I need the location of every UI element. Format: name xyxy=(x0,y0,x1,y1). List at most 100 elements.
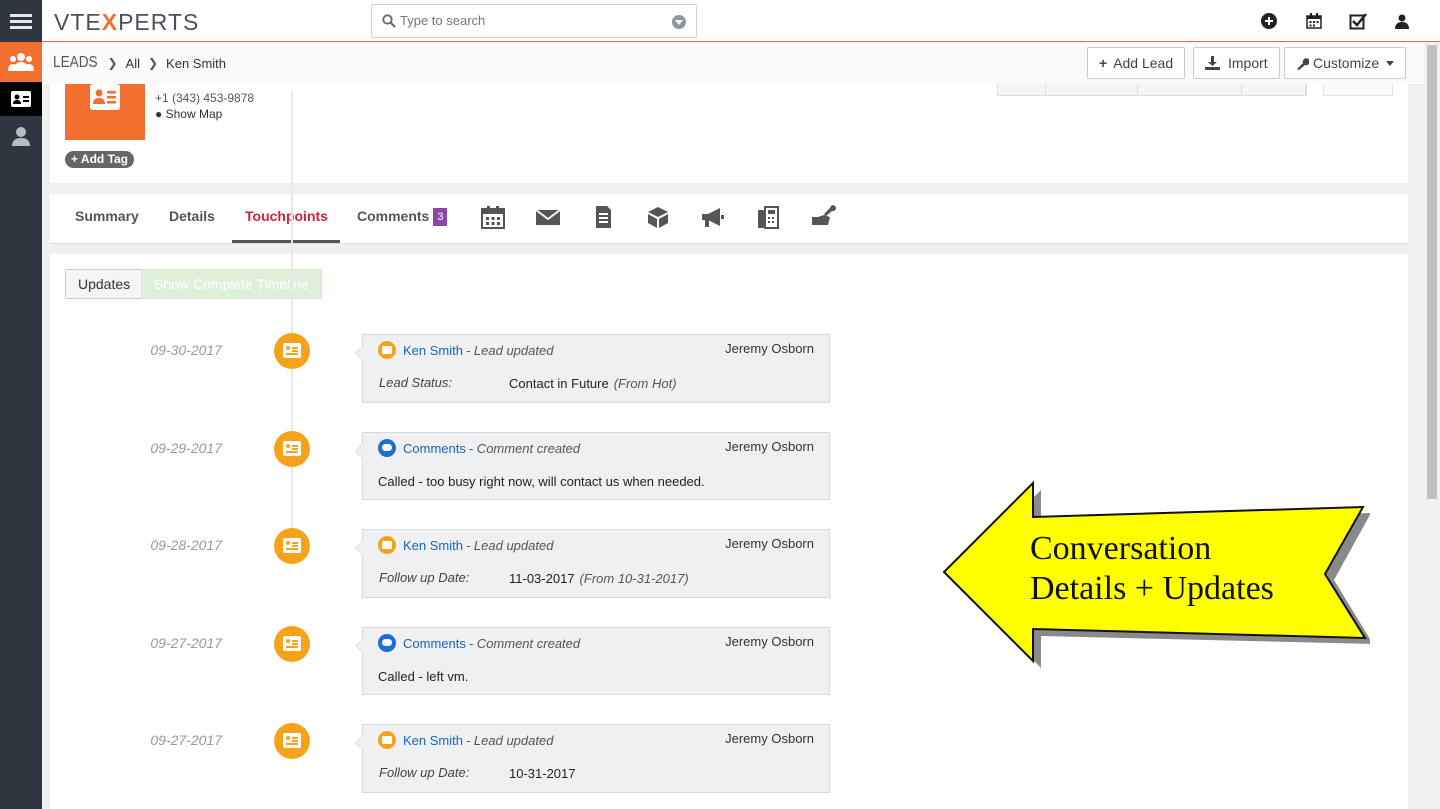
timeline-record-link[interactable]: Comments xyxy=(403,441,466,456)
import-label: Import xyxy=(1228,55,1268,71)
breadcrumb-module[interactable]: LEADS xyxy=(53,54,98,72)
timeline-comment-text: Called - too busy right now, will contac… xyxy=(378,474,705,489)
timeline-field-value: 10-31-2017 xyxy=(509,766,576,781)
document-icon[interactable] xyxy=(590,205,616,229)
hamburger-menu-icon[interactable] xyxy=(0,0,42,42)
calendar-icon[interactable] xyxy=(480,205,506,229)
chevron-right-icon: ❯ xyxy=(107,56,118,70)
caret-down-icon xyxy=(1386,60,1395,66)
timeline-entry: Comments - Comment created Jeremy Osborn … xyxy=(355,432,830,500)
global-search[interactable] xyxy=(371,4,697,38)
timeline-record-link[interactable]: Ken Smith xyxy=(403,343,463,358)
timeline-action: - Lead updated xyxy=(465,537,554,553)
timeline-date: 09-27-2017 xyxy=(150,635,222,651)
scrollbar-thumb[interactable] xyxy=(1427,45,1437,499)
record-header: +1 (343) 453-9878 ● Show Map + Add Tag xyxy=(50,84,1408,183)
timeline-date: 09-29-2017 xyxy=(150,440,222,456)
breadcrumb-record: Ken Smith xyxy=(166,55,227,71)
timeline-action: - Comment created xyxy=(468,440,581,456)
megaphone-icon[interactable] xyxy=(700,205,726,229)
timeline-previous-value: (From Hot) xyxy=(613,376,677,391)
comment-bubble-icon xyxy=(378,439,396,457)
callout-line-1: Conversation xyxy=(1030,530,1212,567)
phone-number[interactable]: +1 (343) 453-9878 xyxy=(155,91,254,105)
wrench-hand-icon[interactable] xyxy=(810,205,836,229)
phone-fax-icon[interactable] xyxy=(755,205,781,229)
lead-module-icon xyxy=(378,731,396,749)
breadcrumb-filter[interactable]: All xyxy=(126,56,140,71)
add-lead-button[interactable]: + Add Lead xyxy=(1087,47,1186,79)
customize-button[interactable]: Customize xyxy=(1284,47,1407,79)
vtexperts-logo[interactable]: VTEXPERTS xyxy=(54,9,199,36)
envelope-icon[interactable] xyxy=(535,205,561,229)
timeline-record-link[interactable]: Ken Smith xyxy=(403,538,463,553)
timeline-field-label: Follow up Date: xyxy=(379,570,470,585)
quick-create-icon[interactable] xyxy=(1261,13,1277,29)
rail-contact-card-icon[interactable] xyxy=(0,82,42,116)
timeline-field-label: Lead Status: xyxy=(379,375,452,390)
calendar-icon[interactable] xyxy=(1306,13,1322,32)
timeline-date: 09-27-2017 xyxy=(150,732,222,748)
timeline-lead-icon xyxy=(274,723,310,759)
vertical-scrollbar[interactable] xyxy=(1424,43,1440,809)
send-email-button[interactable] xyxy=(1046,84,1138,95)
timeline-field-value: Contact in Future (From Hot) xyxy=(509,376,677,391)
breadcrumb: LEADS ❯ All ❯ Ken Smith xyxy=(53,54,226,72)
add-lead-label: Add Lead xyxy=(1113,55,1174,71)
map-marker-icon: ● xyxy=(155,107,163,121)
timeline-date: 09-30-2017 xyxy=(150,342,222,358)
timeline-entry: Ken Smith - Lead updated Jeremy Osborn Fo… xyxy=(355,529,830,598)
lead-module-icon xyxy=(378,341,396,359)
add-tag-label: Add Tag xyxy=(80,152,129,166)
show-complete-timeline-button[interactable]: Show Complete Timeline xyxy=(141,269,322,299)
chevron-right-icon: ❯ xyxy=(147,56,159,70)
lead-avatar xyxy=(65,84,145,140)
timeline-entry: Comments - Comment created Jeremy Osborn … xyxy=(355,627,830,695)
comments-count-badge: 3 xyxy=(433,208,448,226)
edit-button[interactable] xyxy=(998,84,1046,95)
timeline-field-value: 11-03-2017 (From 10-31-2017) xyxy=(509,571,689,586)
sub-header: LEADS ❯ All ❯ Ken Smith + Add Lead Impor… xyxy=(42,43,1424,84)
timeline-lead-icon xyxy=(274,528,310,564)
record-pager[interactable] xyxy=(1323,84,1393,96)
timeline-user: Jeremy Osborn xyxy=(725,439,814,454)
add-tag-button[interactable]: + Add Tag xyxy=(65,151,135,168)
timeline-action: - Lead updated xyxy=(465,342,554,358)
tab-summary[interactable]: Summary xyxy=(62,194,152,243)
timeline-lead-icon xyxy=(274,626,310,662)
rail-user-icon[interactable] xyxy=(0,118,42,154)
convert-lead-button[interactable] xyxy=(1138,84,1242,95)
tab-touchpoints[interactable]: Touchpoints xyxy=(232,194,340,243)
timeline-record-link[interactable]: Comments xyxy=(403,636,466,651)
top-bar: VTEXPERTS xyxy=(42,0,1440,42)
left-rail xyxy=(0,0,42,809)
download-icon xyxy=(1205,56,1220,70)
show-map-link[interactable]: ● Show Map xyxy=(155,107,222,121)
timeline-action: - Comment created xyxy=(468,635,581,651)
updates-toggle-button[interactable]: Updates xyxy=(65,269,144,299)
tab-comments[interactable]: Comments 3 xyxy=(344,194,460,243)
timeline-field-label: Follow up Date: xyxy=(379,765,470,780)
tab-details[interactable]: Details xyxy=(156,194,228,243)
search-input[interactable] xyxy=(400,13,660,28)
user-menu-icon[interactable] xyxy=(1395,14,1409,32)
search-icon xyxy=(382,14,396,28)
timeline-user: Jeremy Osborn xyxy=(725,536,814,551)
timeline-record-link[interactable]: Ken Smith xyxy=(403,733,463,748)
import-button[interactable]: Import xyxy=(1193,47,1280,79)
record-action-bar xyxy=(997,84,1307,96)
timeline-user: Jeremy Osborn xyxy=(725,341,814,356)
search-dropdown-icon[interactable] xyxy=(672,15,686,29)
more-button[interactable] xyxy=(1242,84,1306,95)
callout-text: Conversation Details + Updates xyxy=(1030,529,1274,609)
plus-icon: + xyxy=(1099,55,1108,71)
rail-leads-icon[interactable] xyxy=(0,42,42,82)
plus-circle-icon: + xyxy=(71,152,79,166)
timeline-entry: Ken Smith - Lead updated Jeremy Osborn Fo… xyxy=(355,724,830,793)
timeline-entry: Ken Smith - Lead updated Jeremy Osborn Le… xyxy=(355,334,830,403)
box-icon[interactable] xyxy=(645,205,671,229)
timeline-previous-value: (From 10-31-2017) xyxy=(579,571,689,586)
customize-label: Customize xyxy=(1313,55,1380,71)
timeline-line xyxy=(291,90,293,560)
tasks-checkbox-icon[interactable] xyxy=(1349,12,1367,33)
